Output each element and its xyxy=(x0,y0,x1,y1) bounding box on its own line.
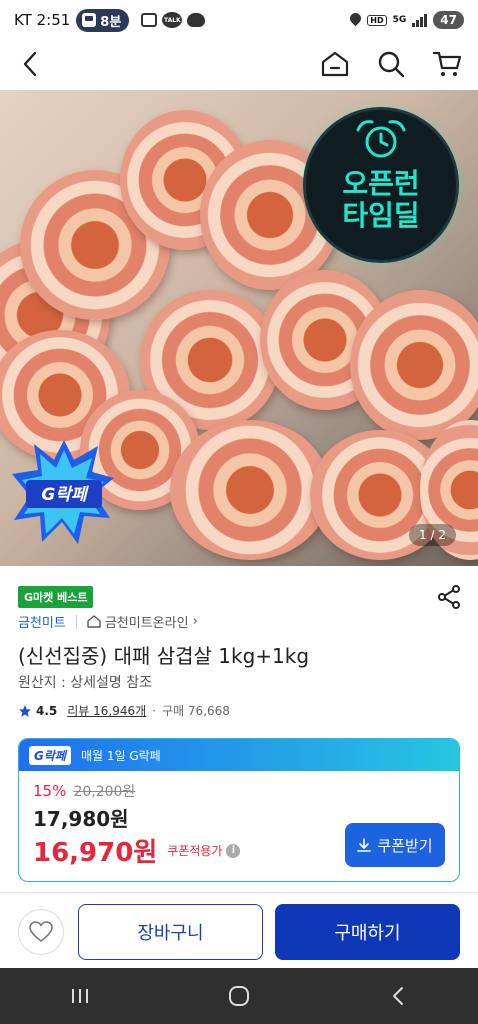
seller-row: 금천미트 금천미트온라인 › xyxy=(18,612,198,631)
store-link[interactable]: 금천미트온라인 › xyxy=(87,612,198,631)
recent-apps-icon xyxy=(71,989,88,1003)
divider xyxy=(0,892,478,893)
wishlist-button[interactable] xyxy=(18,909,64,955)
rating-score: 4.5 xyxy=(36,703,58,718)
home-circle-icon xyxy=(228,986,249,1006)
discount-percent: 15% xyxy=(33,782,67,800)
store-icon xyxy=(87,615,101,628)
pork-roll-image xyxy=(350,290,478,440)
bus-eta-pill: 8분 xyxy=(76,8,130,32)
grakpe-text: G락페 xyxy=(41,485,89,505)
chat-icon xyxy=(187,13,206,27)
store-name: 금천미트온라인 xyxy=(104,616,189,631)
download-icon xyxy=(357,838,372,852)
share-icon xyxy=(438,585,460,609)
network-type: 5G xyxy=(392,15,407,25)
coupon-price: 16,970원 xyxy=(33,838,158,868)
search-icon xyxy=(378,51,405,78)
deal-box: G락페 매월 1일 G락페 15% 20,200원 17,980원 16,970… xyxy=(18,738,460,882)
bus-icon xyxy=(82,13,97,27)
info-icon[interactable]: i xyxy=(226,843,241,858)
buy-now-button[interactable]: 구매하기 xyxy=(275,904,460,960)
back-arrow-icon xyxy=(393,987,404,1005)
coupon-note: 쿠폰적용가 xyxy=(167,844,223,858)
grakpe-logo: G락페 xyxy=(29,745,71,765)
action-bar: 장바구니 구매하기 xyxy=(0,900,478,964)
screenshot-icon xyxy=(141,13,158,27)
battery-indicator: 47 xyxy=(433,11,464,29)
grakpe-badge: G락페 xyxy=(12,440,114,544)
get-coupon-button[interactable]: 쿠폰받기 xyxy=(345,823,445,867)
alarm-clock-icon xyxy=(356,120,406,158)
status-bar: KT 2:51 8분 TALK HD 5G 47 xyxy=(0,0,478,40)
home-button[interactable] xyxy=(318,47,352,81)
rating-row: 4.5 리뷰 16,946개 · 구매 76,668 xyxy=(18,702,230,719)
deal-body: 15% 20,200원 17,980원 16,970원 쿠폰적용가 i 쿠폰받기 xyxy=(19,771,459,881)
system-nav-bar xyxy=(0,968,478,1024)
add-to-cart-button[interactable]: 장바구니 xyxy=(78,904,263,960)
back-button[interactable] xyxy=(14,44,46,84)
home-system-button[interactable] xyxy=(214,976,264,1016)
seller-link[interactable]: 금천미트 xyxy=(18,612,66,631)
home-icon xyxy=(321,51,349,77)
divider xyxy=(75,614,77,629)
back-system-button[interactable] xyxy=(373,976,423,1016)
image-counter: 1 / 2 xyxy=(409,524,456,546)
badge-line2: 타임딜 xyxy=(342,199,420,232)
chevron-left-icon xyxy=(23,51,37,77)
deal-header: G락페 매월 1일 G락페 xyxy=(19,739,459,771)
share-button[interactable] xyxy=(436,584,462,610)
carrier-time: KT 2:51 xyxy=(14,11,71,29)
badge-line1: 오픈런 xyxy=(342,167,420,200)
signal-icon xyxy=(412,13,428,27)
chevron-right-icon: › xyxy=(192,614,198,629)
recent-apps-button[interactable] xyxy=(55,976,105,1016)
reviews-link[interactable]: 리뷰 16,946개 xyxy=(67,702,146,719)
origin-info: 원산지 : 상세설명 참조 xyxy=(18,675,152,691)
pork-roll-image xyxy=(170,420,330,560)
top-nav xyxy=(0,40,478,88)
openrun-timedeal-badge: 오픈런 타임딜 xyxy=(306,110,456,260)
get-coupon-label: 쿠폰받기 xyxy=(377,836,433,855)
heart-icon xyxy=(29,921,53,942)
kakaotalk-icon: TALK xyxy=(162,12,183,28)
search-button[interactable] xyxy=(374,47,408,81)
best-tag: G마켓 베스트 xyxy=(18,586,94,608)
cart-button[interactable] xyxy=(430,47,464,81)
star-icon xyxy=(19,704,31,717)
bus-eta: 8분 xyxy=(100,14,122,30)
product-title: (신선집중) 대패 삼겹살 1kg+1kg xyxy=(18,644,310,668)
purchase-count: 구매 76,668 xyxy=(162,704,230,718)
cart-icon xyxy=(432,51,462,76)
location-icon xyxy=(350,13,361,27)
separator-dot: · xyxy=(152,703,157,718)
hd-icon: HD xyxy=(367,14,387,26)
original-price: 20,200원 xyxy=(73,784,136,800)
deal-header-text: 매월 1일 G락페 xyxy=(80,748,161,763)
product-image[interactable]: 오픈런 타임딜 G락페 1 / 2 xyxy=(0,90,478,566)
